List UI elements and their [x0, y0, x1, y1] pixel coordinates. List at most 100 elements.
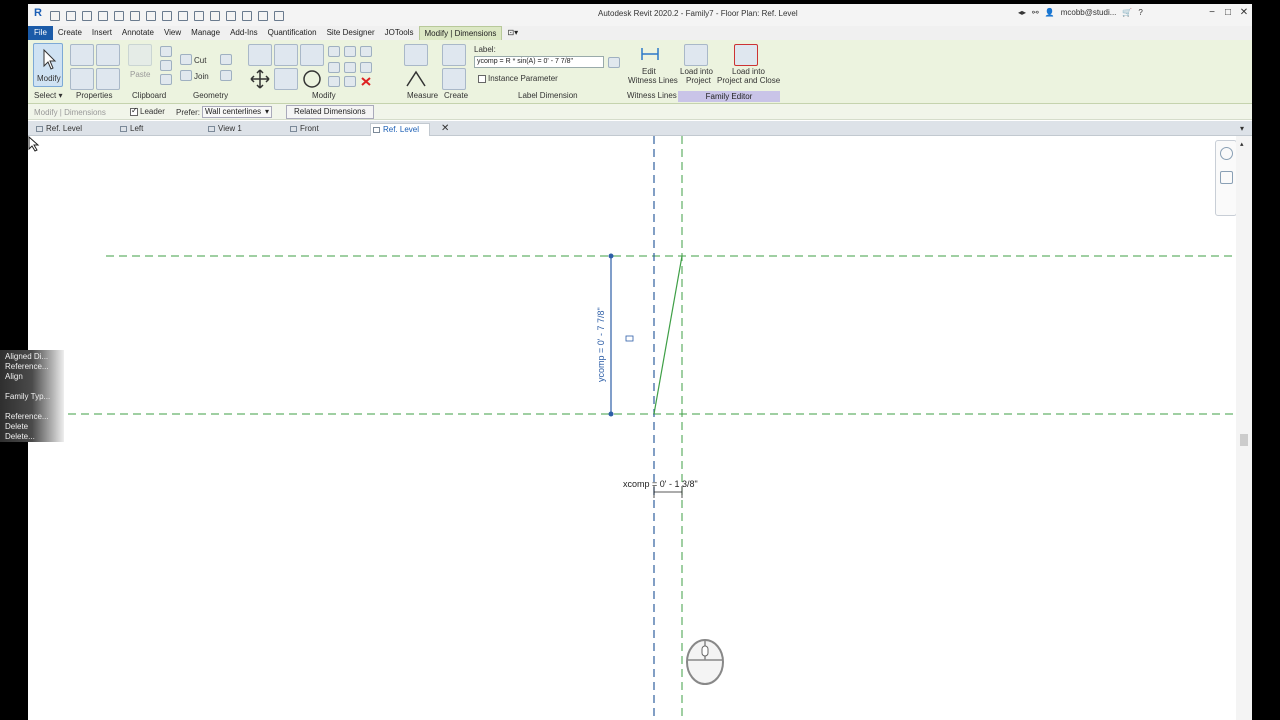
paste-icon[interactable]	[128, 44, 152, 66]
dimension-drag-handle-icon[interactable]	[625, 335, 634, 342]
tab-insert[interactable]: Insert	[87, 26, 117, 40]
copy-icon[interactable]	[160, 60, 172, 71]
type-properties-icon[interactable]	[70, 68, 94, 90]
redo-icon[interactable]	[112, 9, 125, 21]
scroll-thumb[interactable]	[1240, 434, 1248, 446]
join-geometry-icon[interactable]	[180, 70, 192, 81]
close-button[interactable]: ✕	[1236, 7, 1252, 18]
user-name[interactable]: mcobb@studi...	[1061, 8, 1117, 17]
dimension-grip-icon[interactable]	[608, 253, 614, 259]
ctx-family-types[interactable]: Family Typ...	[5, 392, 55, 401]
cut-geometry-icon[interactable]	[180, 54, 192, 65]
view-tab-front[interactable]: Front	[288, 123, 319, 136]
steering-wheel-icon[interactable]	[1220, 147, 1233, 160]
ctx-align[interactable]: Align	[5, 372, 55, 381]
ctx-reference-1[interactable]: Reference...	[5, 362, 55, 371]
vertical-scrollbar[interactable]: ▴	[1236, 136, 1252, 720]
view-tab-ref-level-1[interactable]: Ref. Level	[34, 123, 82, 136]
mirror-icon[interactable]	[300, 44, 324, 66]
pin-icon[interactable]	[344, 62, 356, 73]
scale-icon[interactable]	[328, 62, 340, 73]
view-tab-left[interactable]: Left	[118, 123, 143, 136]
tab-site-designer[interactable]: Site Designer	[322, 26, 380, 40]
tab-create[interactable]: Create	[53, 26, 87, 40]
open-icon[interactable]	[48, 9, 61, 21]
tabs-menu-icon[interactable]: ▾	[1240, 124, 1244, 133]
angled-reference-line[interactable]	[653, 255, 683, 415]
label-dropdown[interactable]: ycomp = R * sin(A) = 0' - 7 7/8"	[474, 56, 604, 68]
delete-icon[interactable]	[360, 76, 372, 87]
xcomp-dimension-label[interactable]: xcomp = 0' - 1 3/8"	[623, 479, 698, 489]
ctx-aligned-dimension[interactable]: Aligned Di...	[5, 352, 55, 361]
family-types-icon[interactable]	[70, 44, 94, 66]
measure-icon[interactable]	[144, 9, 157, 21]
zoom-icon[interactable]	[1220, 171, 1233, 184]
cart-icon[interactable]: 🛒	[1122, 8, 1132, 17]
prefer-dropdown[interactable]: Wall centerlines ▾	[202, 106, 272, 118]
split-element-icon[interactable]	[344, 46, 356, 57]
nav-arrows-icon[interactable]: ◂▸	[1018, 8, 1026, 17]
section-icon[interactable]	[208, 9, 221, 21]
tab-file[interactable]: File	[28, 26, 53, 40]
rotate-icon[interactable]	[300, 68, 324, 90]
paint-icon[interactable]	[220, 70, 232, 81]
tab-quantification[interactable]: Quantification	[263, 26, 322, 40]
ycomp-dimension-label[interactable]: ycomp = 0' - 7 7/8"	[596, 307, 606, 382]
switch-windows-icon[interactable]	[256, 9, 269, 21]
modify-button[interactable]: Modify	[33, 43, 63, 87]
view-tab-view-1[interactable]: View 1	[206, 123, 242, 136]
undo-icon[interactable]	[96, 9, 109, 21]
array-icon[interactable]	[360, 46, 372, 57]
maximize-button[interactable]: □	[1220, 7, 1236, 18]
tab-jotools[interactable]: JOTools	[380, 26, 419, 40]
unpin-icon[interactable]	[360, 62, 372, 73]
edit-witness-lines-icon[interactable]	[638, 44, 662, 64]
match-type-icon[interactable]	[160, 74, 172, 85]
ribbon-options-icon[interactable]: ⊡▾	[502, 26, 523, 40]
tab-add-ins[interactable]: Add-Ins	[225, 26, 263, 40]
measure-tool-icon[interactable]	[404, 44, 428, 66]
aligned-dimension-tool-icon[interactable]	[404, 68, 428, 90]
create-similar-icon[interactable]	[442, 44, 466, 66]
tab-modify-dimensions[interactable]: Modify | Dimensions	[418, 26, 503, 40]
help-icon[interactable]: ?	[1138, 8, 1142, 17]
view-tab-ref-level-active[interactable]: Ref. Level	[370, 123, 431, 136]
print-icon[interactable]	[128, 9, 141, 21]
customize-qat-icon[interactable]	[272, 9, 285, 21]
cut-icon[interactable]	[160, 46, 172, 57]
user-icon[interactable]: 👤	[1045, 8, 1055, 17]
tab-annotate[interactable]: Annotate	[117, 26, 159, 40]
drawing-canvas[interactable]: ycomp = 0' - 7 7/8" xcomp = 0' - 1 3/8" …	[28, 136, 1252, 720]
create-group-icon[interactable]	[442, 68, 466, 90]
related-dimensions-button[interactable]: Related Dimensions	[286, 105, 374, 119]
split-gap-icon[interactable]	[344, 76, 356, 87]
thin-lines-icon[interactable]	[224, 9, 237, 21]
split-face-icon[interactable]	[220, 54, 232, 65]
load-into-project-icon[interactable]	[684, 44, 708, 66]
scroll-up-icon[interactable]: ▴	[1240, 140, 1244, 148]
dimension-grip-icon[interactable]	[608, 411, 614, 417]
trim-extend-icon[interactable]	[328, 76, 340, 87]
binoculars-icon[interactable]: ⚯	[1032, 8, 1039, 17]
copy-element-icon[interactable]	[274, 68, 298, 90]
tab-manage[interactable]: Manage	[186, 26, 225, 40]
tab-close-icon[interactable]: ✕	[441, 123, 449, 134]
save-icon[interactable]	[64, 9, 77, 21]
instance-parameter-checkbox[interactable]	[478, 74, 486, 83]
align-icon[interactable]	[248, 44, 272, 66]
tab-view[interactable]: View	[159, 26, 186, 40]
family-category-icon[interactable]	[96, 68, 120, 90]
move-icon[interactable]	[248, 68, 272, 90]
offset-icon[interactable]	[274, 44, 298, 66]
revit-logo[interactable]: R	[34, 7, 42, 19]
ctx-reference-2[interactable]: Reference...	[5, 412, 55, 421]
close-hidden-icon[interactable]	[240, 9, 253, 21]
text-icon[interactable]	[176, 9, 189, 21]
load-into-project-close-icon[interactable]	[734, 44, 758, 66]
3d-view-icon[interactable]	[192, 9, 205, 21]
leader-checkbox[interactable]	[130, 106, 138, 116]
ctx-delete[interactable]: Delete	[5, 422, 55, 431]
panel-select[interactable]: Select ▾	[34, 91, 62, 100]
properties-icon[interactable]	[96, 44, 120, 66]
ctx-delete-2[interactable]: Delete...	[5, 432, 55, 441]
